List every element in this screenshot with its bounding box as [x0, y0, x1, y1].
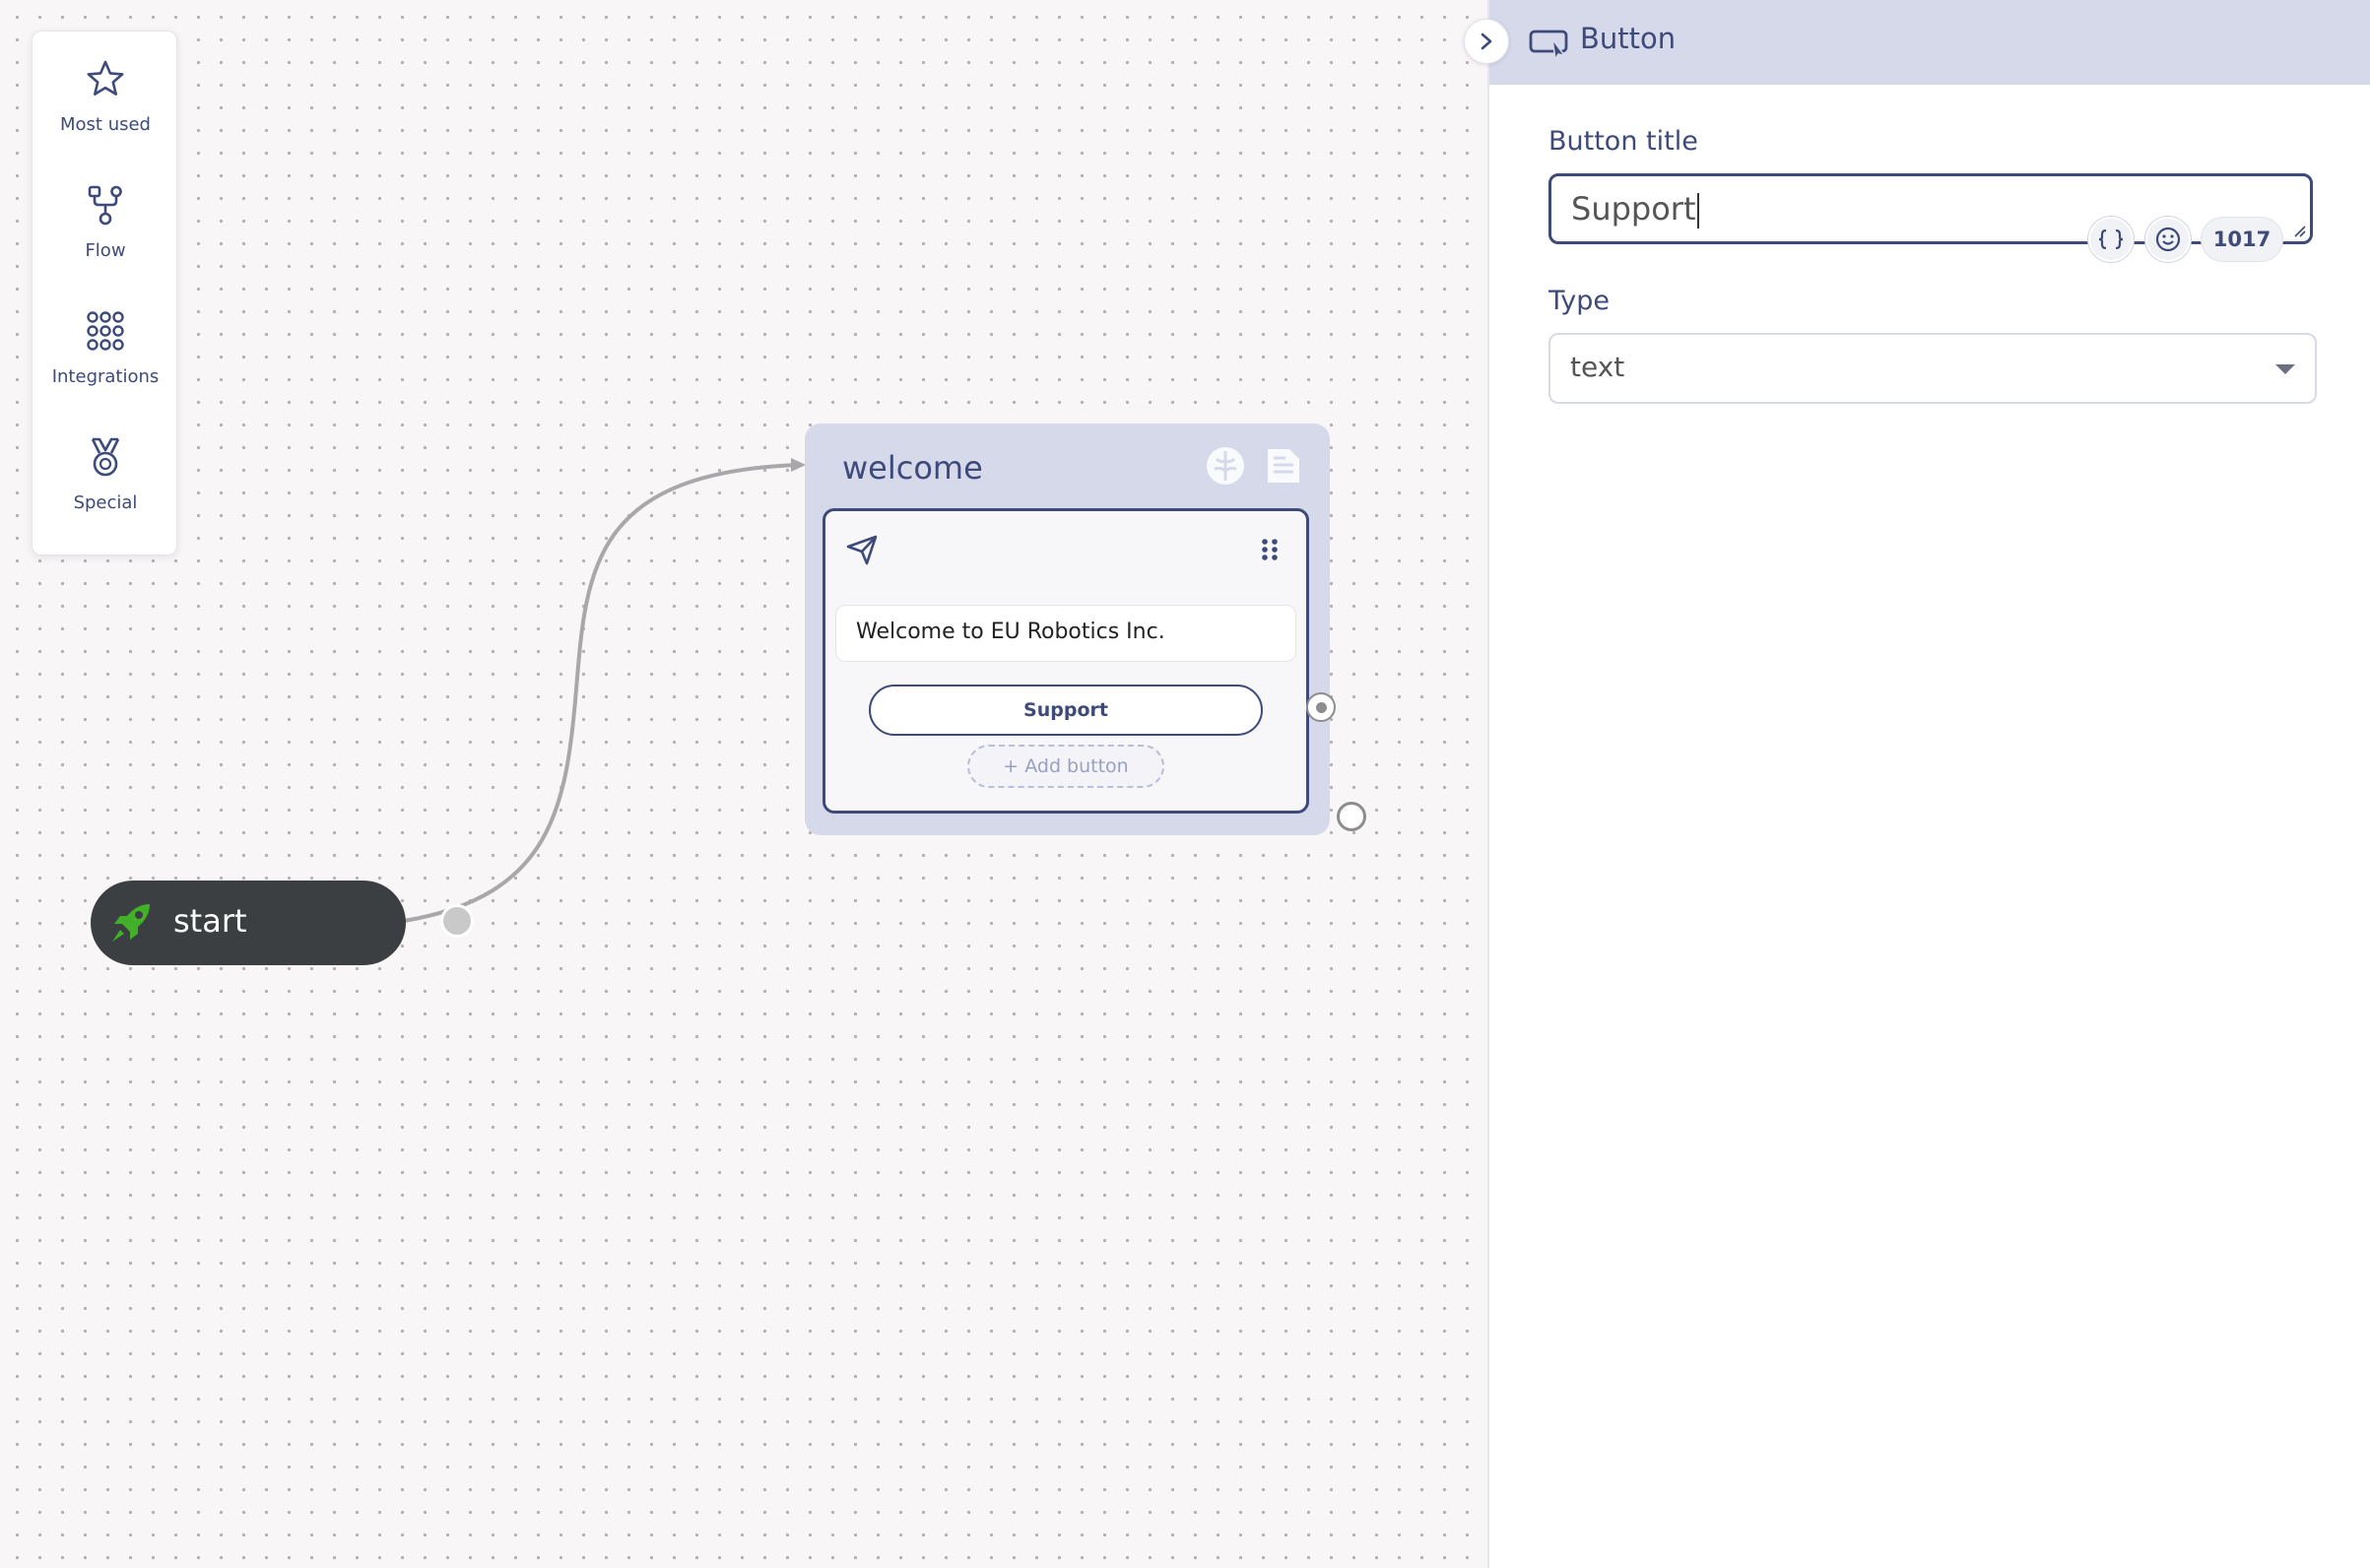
star-icon	[87, 60, 124, 96]
panel-header: Button	[1489, 0, 2370, 85]
add-button[interactable]: + Add button	[967, 745, 1164, 788]
button-output-port[interactable]	[1306, 692, 1336, 722]
start-output-port[interactable]	[440, 904, 474, 938]
send-icon	[846, 535, 878, 565]
welcome-block[interactable]: welcome Welcome to EU Robotics Inc. Supp…	[805, 424, 1330, 835]
palette-item-integrations[interactable]: Integrations	[33, 284, 178, 400]
rocket-icon	[112, 904, 150, 942]
properties-panel: Button Button title Support 1017 Type te…	[1487, 0, 2370, 1568]
palette-label: Integrations	[51, 366, 160, 387]
palette-item-most-used[interactable]: Most used	[33, 32, 178, 148]
palette-item-special[interactable]: Special	[33, 410, 178, 526]
message-step[interactable]: Welcome to EU Robotics Inc. Support + Ad…	[823, 508, 1309, 814]
button-title-input[interactable]: Support	[1548, 173, 2313, 244]
panel-title: Button	[1580, 22, 1677, 55]
button-title-value: Support	[1571, 190, 1696, 228]
button-icon	[1529, 30, 1568, 59]
start-node-label: start	[173, 902, 247, 940]
flow-icon	[88, 185, 122, 226]
emoji-button[interactable]	[2145, 217, 2191, 262]
braces-icon	[2098, 229, 2124, 250]
medal-icon	[91, 437, 120, 477]
variable-button[interactable]	[2088, 217, 2134, 262]
text-caret	[1696, 193, 1699, 229]
block-title: welcome	[842, 449, 983, 487]
chevron-down-icon	[2275, 364, 2295, 374]
ai-brain-icon[interactable]	[1205, 445, 1246, 487]
palette-item-flow[interactable]: Flow	[33, 158, 178, 274]
type-label: Type	[1548, 286, 1611, 316]
message-text[interactable]: Welcome to EU Robotics Inc.	[835, 605, 1296, 662]
flow-canvas[interactable]: Most used Flow Integrations Special star…	[0, 0, 1487, 1568]
grid-icon	[87, 311, 124, 351]
palette-label: Most used	[60, 114, 151, 135]
collapse-panel-button[interactable]	[1464, 19, 1509, 64]
block-palette: Most used Flow Integrations Special	[32, 31, 177, 555]
char-count-badge: 1017	[2201, 217, 2283, 262]
button-title-label: Button title	[1548, 126, 1698, 157]
palette-label: Flow	[85, 240, 126, 261]
block-output-port[interactable]	[1337, 802, 1366, 831]
type-select[interactable]: text	[1548, 333, 2317, 404]
support-button[interactable]: Support	[869, 685, 1263, 736]
resize-grip-icon[interactable]	[2290, 222, 2306, 237]
palette-label: Special	[73, 492, 138, 513]
smiley-icon	[2155, 227, 2181, 252]
type-value: text	[1570, 351, 1625, 383]
chevron-right-icon	[1481, 33, 1492, 50]
drag-handle-icon[interactable]	[1258, 537, 1282, 562]
start-node[interactable]: start	[91, 881, 474, 965]
note-icon[interactable]	[1264, 445, 1303, 487]
